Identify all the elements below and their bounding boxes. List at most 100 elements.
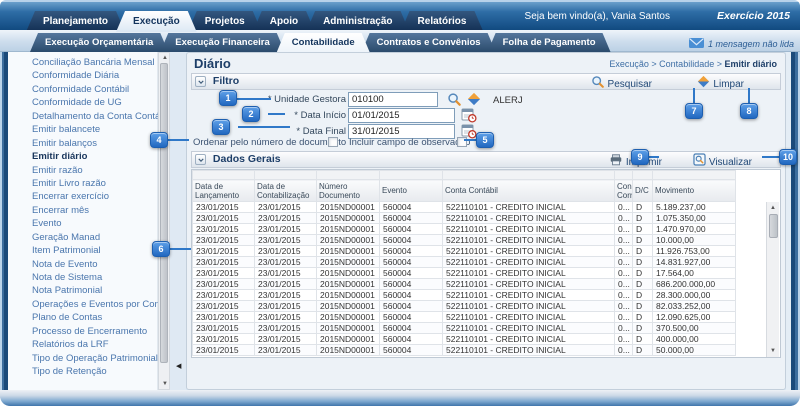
annotation-badge-3: 3: [212, 119, 230, 135]
sidebar-item-conformidade-cont-bil[interactable]: Conformidade Contábil: [8, 83, 158, 96]
unidade-gestora-input[interactable]: [348, 92, 438, 107]
sidebar-item-nota-de-sistema[interactable]: Nota de Sistema: [8, 271, 158, 284]
table-row[interactable]: 23/01/201523/01/20152015ND00001560004522…: [193, 301, 736, 312]
lookup-clear-icon[interactable]: [467, 92, 482, 107]
sidebar-item-conformidade-di-ria[interactable]: Conformidade Diária: [8, 69, 158, 82]
column-header[interactable]: Movimento: [653, 180, 736, 202]
table-row[interactable]: 23/01/201523/01/20152015ND00001560004522…: [193, 290, 736, 301]
sidebar-item-emitir-livro-raz-o[interactable]: Emitir Livro razão: [8, 177, 158, 190]
sidebar: Conciliação Bancária MensalConformidade …: [8, 52, 158, 390]
main-nav-tabs: PlanejamentoExecuçãoProjetosApoioAdminis…: [26, 11, 474, 32]
breadcrumb-prefix[interactable]: Execução > Contabilidade >: [609, 59, 724, 69]
table-scrollbar[interactable]: ▲ ▼: [766, 202, 779, 357]
table-row[interactable]: 23/01/201523/01/20152015ND00001560004522…: [193, 334, 736, 345]
sub-menu-bar: Execução OrçamentáriaExecução Financeira…: [0, 30, 800, 52]
scroll-up-icon[interactable]: ▲: [162, 55, 168, 61]
table-row[interactable]: 23/01/201523/01/20152015ND00001560004522…: [193, 202, 736, 213]
sidebar-item-nota-patrimonial[interactable]: Nota Patrimonial: [8, 284, 158, 297]
annotation-badge-4: 4: [150, 132, 168, 148]
search-button-label: Pesquisar: [608, 77, 652, 92]
nav-tab-relat-rios[interactable]: Relatórios: [401, 11, 484, 32]
column-header[interactable]: Conta Contábil: [443, 180, 615, 202]
table-row[interactable]: 23/01/201523/01/20152015ND00001560004522…: [193, 323, 736, 334]
table-scroll-down-icon[interactable]: ▼: [770, 348, 776, 354]
table-row[interactable]: 23/01/201523/01/20152015ND00001560004522…: [193, 312, 736, 323]
sidebar-item-emitir-balan-os[interactable]: Emitir balanços: [8, 137, 158, 150]
sidebar-item-processo-de-encerramento[interactable]: Processo de Encerramento: [8, 325, 158, 338]
annotation-badge-6: 6: [152, 241, 170, 257]
sidebar-item-encerrar-m-s[interactable]: Encerrar mês: [8, 204, 158, 217]
subnav-tab-contratos-e-conv-nios[interactable]: Contratos e Convênios: [362, 33, 496, 52]
scroll-left-icon[interactable]: ◀: [176, 364, 181, 370]
nav-tab-execu-o[interactable]: Execução: [116, 11, 197, 32]
column-header[interactable]: D/C: [633, 180, 653, 202]
nav-tab-administra-o[interactable]: Administração: [306, 11, 409, 32]
collapse-dados-icon[interactable]: [195, 154, 206, 165]
message-indicator[interactable]: 1 mensagem não lida: [689, 35, 794, 53]
table-row[interactable]: 23/01/201523/01/20152015ND00001560004522…: [193, 268, 736, 279]
nav-tab-projetos[interactable]: Projetos: [188, 11, 262, 32]
subnav-tab-contabilidade[interactable]: Contabilidade: [277, 33, 370, 52]
sidebar-item-conformidade-de-ug[interactable]: Conformidade de UG: [8, 96, 158, 109]
table-row[interactable]: 23/01/201523/01/20152015ND00001560004522…: [193, 345, 736, 356]
page-title: Diário: [194, 56, 231, 71]
scroll-down-icon[interactable]: ▼: [162, 381, 168, 387]
table-row[interactable]: 23/01/201523/01/20152015ND00001560004522…: [193, 235, 736, 246]
sidebar-scrollbar-thumb[interactable]: [160, 63, 168, 363]
search-button[interactable]: Pesquisar: [591, 75, 652, 94]
column-header[interactable]: Con Corr: [615, 180, 633, 202]
table-filter-row[interactable]: [193, 171, 736, 180]
sidebar-item-nota-de-evento[interactable]: Nota de Evento: [8, 258, 158, 271]
breadcrumb: Execução > Contabilidade > Emitir diário: [609, 59, 777, 69]
sidebar-item-tipo-de-reten-o[interactable]: Tipo de Retenção: [8, 365, 158, 378]
nav-tab-apoio[interactable]: Apoio: [253, 11, 315, 32]
sidebar-scrollbar[interactable]: ▲ ▼: [158, 52, 170, 390]
collapse-filter-icon[interactable]: [195, 76, 206, 87]
annotation-line-4: [167, 139, 189, 141]
sidebar-item-item-patrimonial[interactable]: Item Patrimonial: [8, 244, 158, 257]
sidebar-item-tipo-de-opera-o-patrimonial[interactable]: Tipo de Operação Patrimonial: [8, 352, 158, 365]
sidebar-item-emitir-balancete[interactable]: Emitir balancete: [8, 123, 158, 136]
table-row[interactable]: 23/01/201523/01/20152015ND00001560004522…: [193, 213, 736, 224]
ordenar-checkbox[interactable]: [328, 137, 338, 147]
sidebar-item-gera-o-manad[interactable]: Geração Manad: [8, 231, 158, 244]
data-inicio-input[interactable]: [348, 108, 455, 123]
sidebar-item-plano-de-contas[interactable]: Plano de Contas: [8, 311, 158, 324]
search-icon: [591, 75, 605, 94]
clear-button[interactable]: Limpar: [697, 75, 744, 93]
sidebar-item-evento[interactable]: Evento: [8, 217, 158, 230]
data-grid: Data de LançamentoData de Contabilização…: [191, 169, 781, 358]
table-scrollbar-thumb[interactable]: [769, 214, 778, 238]
app-window: PlanejamentoExecuçãoProjetosApoioAdminis…: [0, 0, 800, 406]
sidebar-item-relat-rios-da-lrf[interactable]: Relatórios da LRF: [8, 338, 158, 351]
sidebar-item-emitir-raz-o[interactable]: Emitir razão: [8, 164, 158, 177]
sidebar-item-emitir-di-rio[interactable]: Emitir diário: [8, 150, 158, 163]
sidebar-item-detalhamento-da-conta-cont-bil[interactable]: Detalhamento da Conta Contábil: [8, 110, 158, 123]
data-inicio-calendar-icon[interactable]: [461, 107, 476, 122]
table-row[interactable]: 23/01/201523/01/20152015ND00001560004522…: [193, 257, 736, 268]
welcome-text: Seja bem vindo(a), Vania Santos: [525, 11, 670, 22]
sidebar-item-concilia-o-banc-ria-mensal[interactable]: Conciliação Bancária Mensal: [8, 56, 158, 69]
subnav-tab-execu-o-financeira[interactable]: Execução Financeira: [160, 33, 285, 52]
column-header[interactable]: Data de Contabilização: [255, 180, 317, 202]
column-header[interactable]: Número Documento: [317, 180, 380, 202]
subnav-tab-folha-de-pagamento[interactable]: Folha de Pagamento: [488, 33, 611, 52]
sidebar-item-encerrar-exerc-cio[interactable]: Encerrar exercício: [8, 190, 158, 203]
ordenar-checkbox-label: Ordenar pelo número de documento: [193, 137, 346, 148]
annotation-line-1: [236, 98, 271, 100]
nav-tab-planejamento[interactable]: Planejamento: [26, 11, 125, 32]
clear-diamond-icon: [697, 75, 710, 93]
observacao-checkbox-label: Incluir campo de observação: [349, 137, 470, 148]
window-frame-left: [0, 52, 8, 398]
column-header[interactable]: Evento: [380, 180, 443, 202]
window-frame-bottom: [0, 390, 800, 406]
lookup-search-icon[interactable]: [447, 92, 462, 107]
subnav-tab-execu-o-or-ament-ria[interactable]: Execução Orçamentária: [30, 33, 168, 52]
sidebar-item-opera-es-e-eventos-por-conta[interactable]: Operações e Eventos por Conta: [8, 298, 158, 311]
table-scroll-up-icon[interactable]: ▲: [770, 205, 776, 211]
table-row[interactable]: 23/01/201523/01/20152015ND00001560004522…: [193, 279, 736, 290]
table-row[interactable]: 23/01/201523/01/20152015ND00001560004522…: [193, 246, 736, 257]
data-final-calendar-icon[interactable]: [461, 123, 476, 138]
column-header[interactable]: Data de Lançamento: [193, 180, 255, 202]
table-row[interactable]: 23/01/201523/01/20152015ND00001560004522…: [193, 224, 736, 235]
